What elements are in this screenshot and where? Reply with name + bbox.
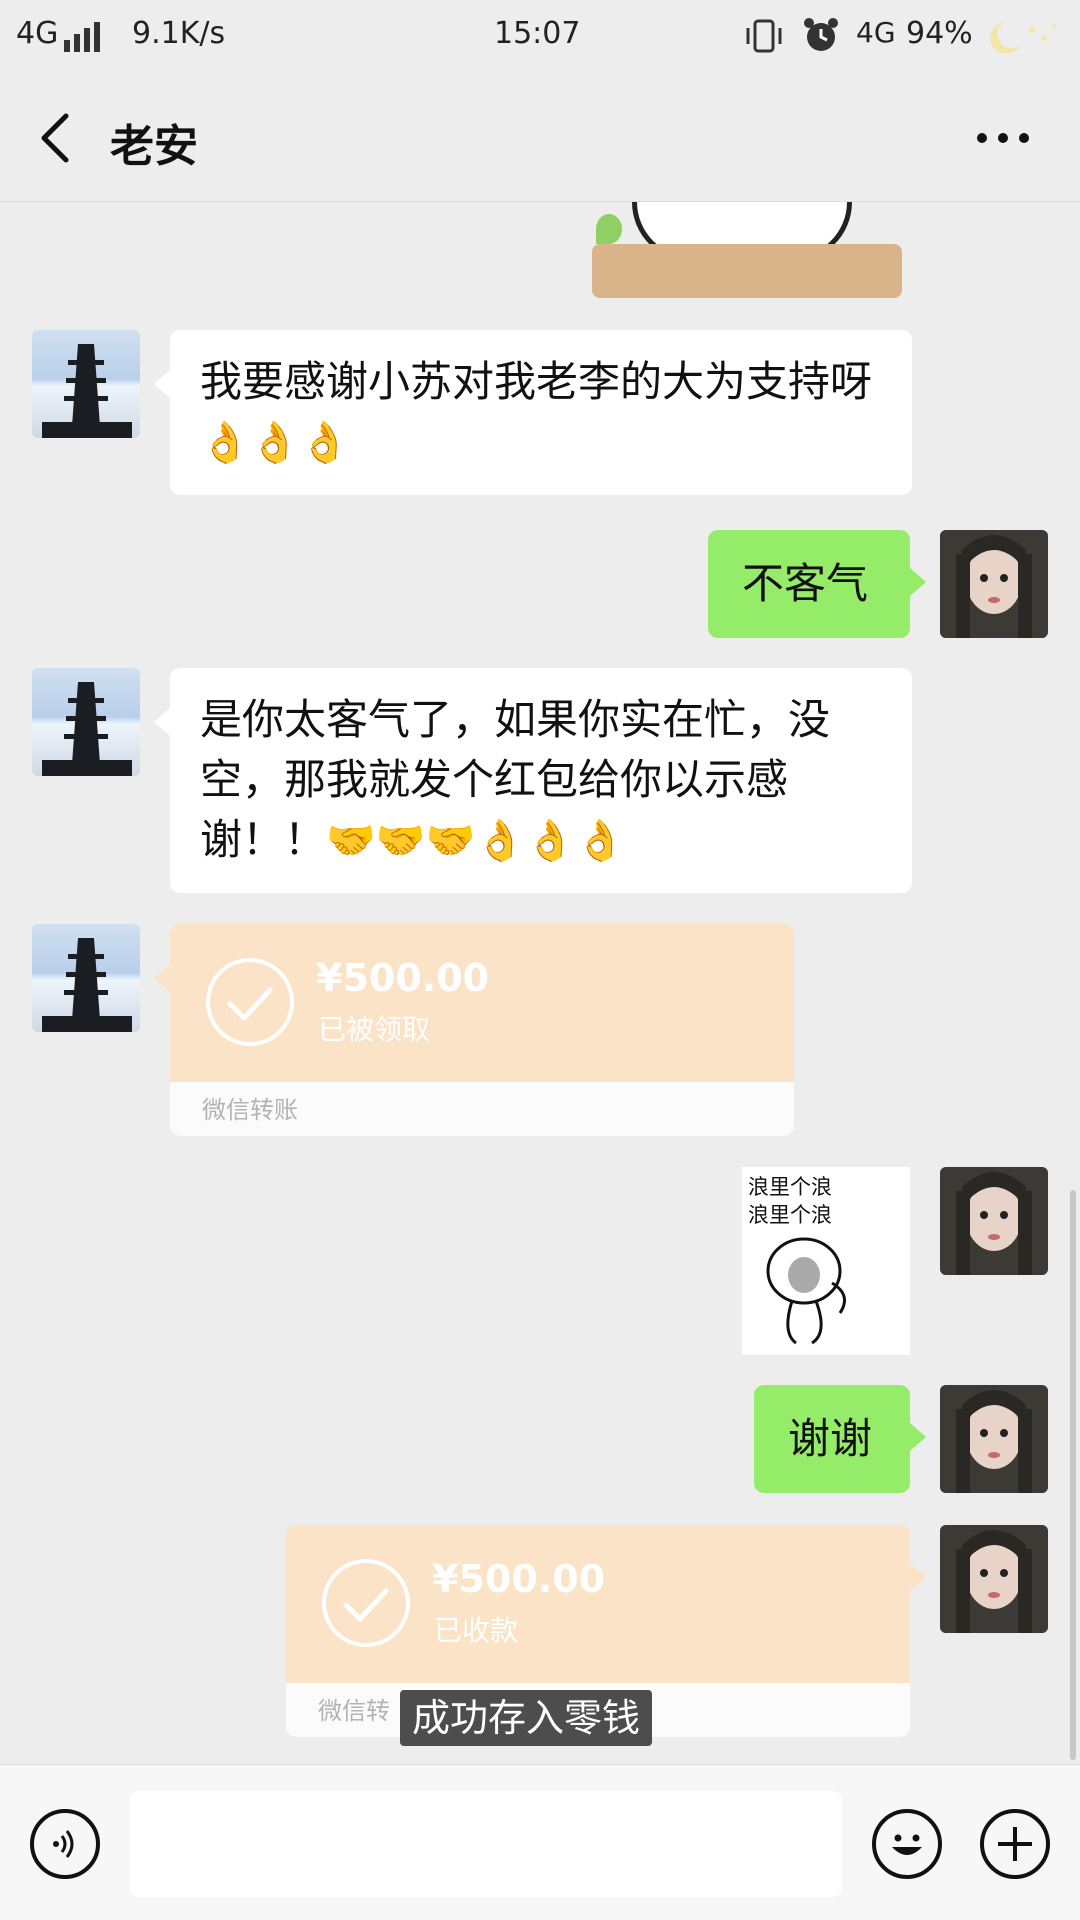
smiley-icon [892,1834,922,1855]
pagoda-image [42,682,132,776]
more-actions-button[interactable] [980,1809,1050,1879]
meme-face-icon [766,1237,846,1345]
status-bar: 4G 9.1K/s 15:07 4G 94% [0,0,1080,70]
transfer-amount: ¥500.00 [432,1557,606,1601]
my-avatar[interactable] [940,1385,1048,1493]
bubble-tail [910,568,926,596]
vibrate-icon [746,19,782,53]
bubble-tail [154,708,170,736]
network-speed: 9.1K/s [132,16,226,51]
voice-input-button[interactable] [30,1809,100,1879]
partial-sticker[interactable] [592,202,902,298]
bubble-tail [910,1563,926,1591]
alarm-icon [804,18,838,51]
pagoda-image [42,938,132,1032]
check-circle-icon [322,1559,410,1647]
sticker-caption: 浪里个浪 [748,1175,832,1199]
message-bubble-sent[interactable]: 不客气 [708,530,910,638]
message-list[interactable]: 我要感谢小苏对我老李的大为支持呀 👌👌👌 不客气 是你太客气了，如果你实在忙，没空… [0,202,1080,1762]
my-avatar[interactable] [940,530,1048,638]
girl-portrait-image [940,530,1048,638]
contact-avatar[interactable] [32,668,140,776]
message-input[interactable] [130,1791,842,1897]
more-options-icon[interactable] [976,126,1030,150]
signal-icon [64,22,100,52]
back-arrow-icon[interactable] [36,110,76,166]
clock: 15:07 [494,16,581,51]
girl-portrait-image [940,1385,1048,1493]
contact-avatar[interactable] [32,330,140,438]
emoji-button[interactable] [872,1809,942,1879]
message-bubble-sent[interactable]: 谢谢 [754,1385,910,1493]
transfer-label: 微信转账 [202,1096,298,1124]
girl-portrait-image [940,1525,1048,1633]
message-bubble[interactable]: 是你太客气了，如果你实在忙，没空，那我就发个红包给你以示感谢！！🤝🤝🤝👌👌👌 [170,668,912,893]
contact-avatar[interactable] [32,924,140,1032]
handshake-ok-emoji: 🤝🤝🤝👌👌👌 [326,818,625,864]
check-circle-icon [206,958,294,1046]
message-text: 谢谢 [788,1414,873,1463]
bubble-tail [154,370,170,398]
network-type: 4G [16,16,59,51]
input-bar [0,1764,1080,1920]
my-avatar[interactable] [940,1167,1048,1275]
sticker-image[interactable]: 浪里个浪 浪里个浪 [742,1167,910,1355]
message-text: 不客气 [742,559,869,608]
transfer-card[interactable]: ¥500.00 已被领取 微信转账 [170,924,794,1136]
chat-header: 老安 [0,70,1080,202]
voice-icon [53,1830,74,1858]
sticker-caption: 浪里个浪 [748,1203,832,1227]
toast-message: 成功存入零钱 [400,1690,653,1746]
transfer-status: 已被领取 [318,1013,431,1046]
message-text: 我要感谢小苏对我老李的大为支持呀 [200,357,873,406]
ok-hand-emoji: 👌👌👌 [200,420,350,466]
message-bubble[interactable]: 我要感谢小苏对我老李的大为支持呀 👌👌👌 [170,330,912,495]
chat-title: 老安 [110,121,198,172]
scrollbar[interactable] [1070,1190,1076,1760]
bubble-tail [910,1423,926,1451]
bubble-tail [154,964,170,992]
battery-level: 94% [906,16,973,51]
transfer-amount: ¥500.00 [316,956,490,1000]
moon-stars-icon [990,22,1056,54]
girl-portrait-image [940,1167,1048,1275]
plus-icon [998,1827,1032,1861]
transfer-status: 已收款 [434,1614,519,1647]
pagoda-image [42,344,132,438]
network-type-right: 4G [856,16,896,49]
my-avatar[interactable] [940,1525,1048,1633]
transfer-label: 微信转 [318,1697,390,1725]
